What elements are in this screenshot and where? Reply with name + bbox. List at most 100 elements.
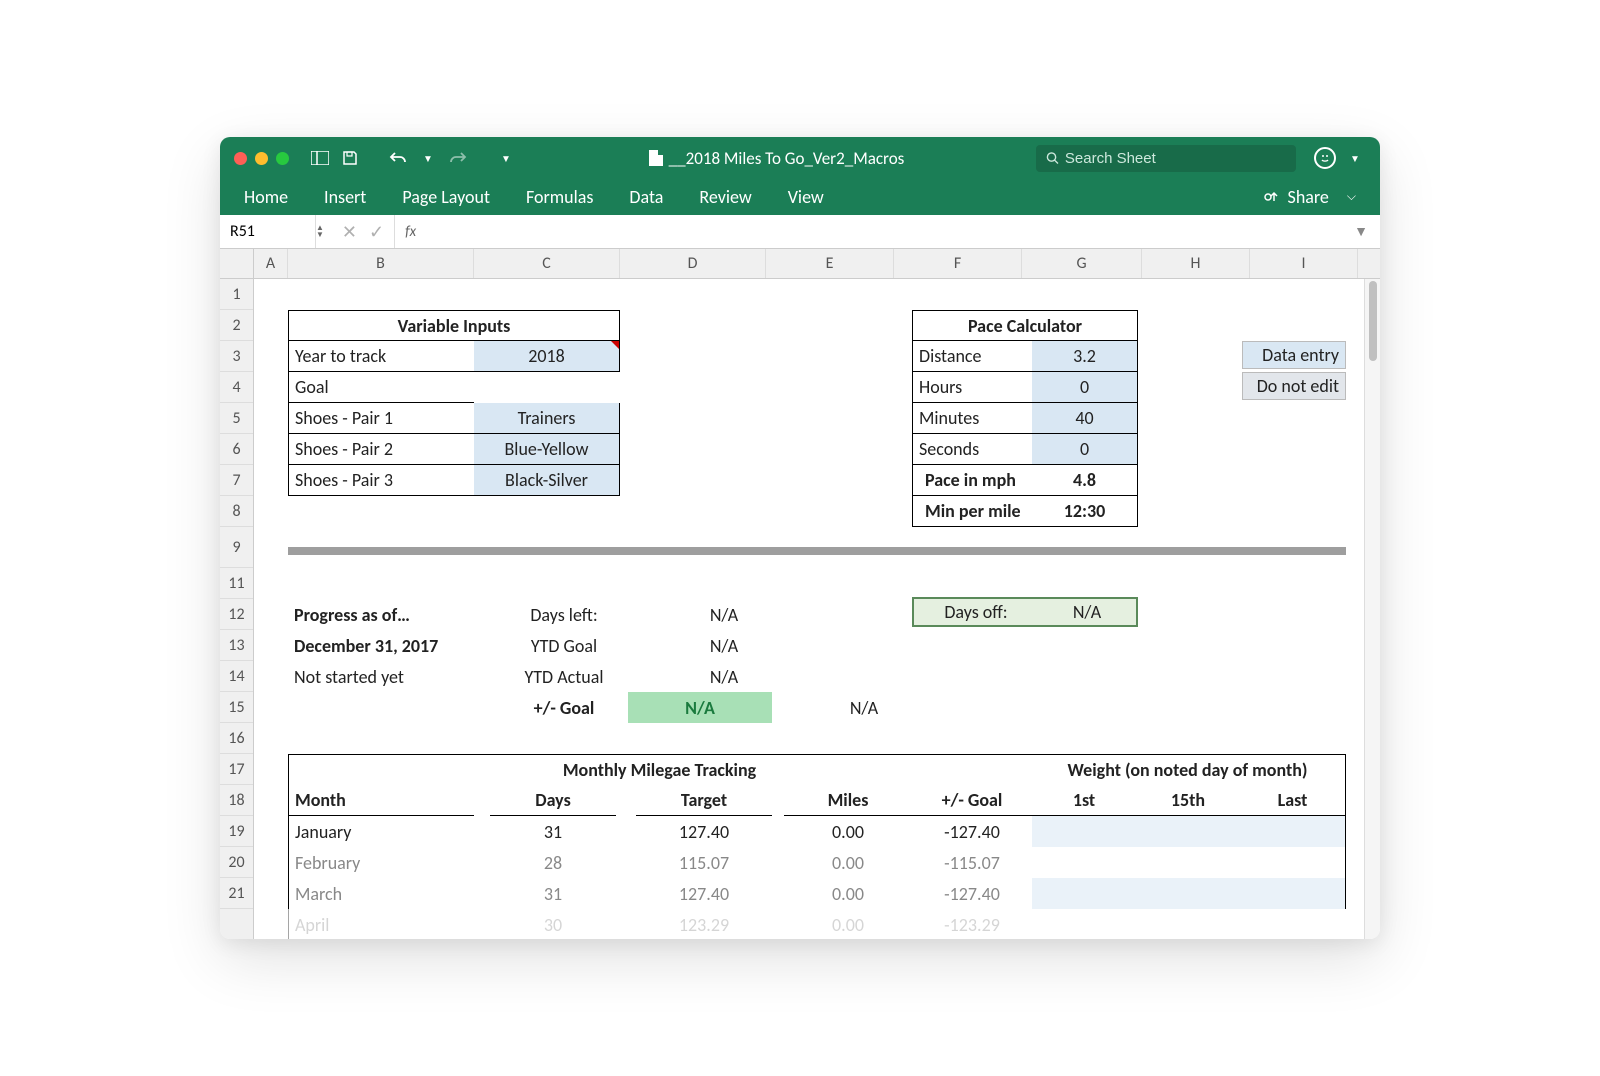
row-header[interactable]: 2 [220, 310, 253, 341]
row-header[interactable]: 1 [220, 279, 253, 310]
cell-value[interactable]: 0 [1032, 434, 1138, 465]
table-cell-empty[interactable] [1032, 878, 1346, 909]
name-box[interactable]: R51 [220, 215, 316, 248]
tab-formulas[interactable]: Formulas [526, 186, 593, 208]
col-header-D[interactable]: D [620, 249, 766, 278]
maximize-window[interactable] [276, 152, 289, 165]
sidebar-toggle-icon[interactable] [309, 147, 331, 169]
cell-label[interactable]: +/- Goal [500, 692, 628, 723]
row-header[interactable]: 15 [220, 692, 253, 723]
tracking-title-1[interactable]: Monthly Milegae Tracking [288, 754, 1030, 785]
cell-label[interactable]: YTD Actual [500, 661, 628, 692]
table-header[interactable]: Miles [784, 785, 912, 816]
undo-dropdown-icon[interactable]: ▼ [417, 147, 439, 169]
col-header-G[interactable]: G [1022, 249, 1142, 278]
cell-value[interactable]: Blue-Yellow [474, 434, 620, 465]
table-cell[interactable]: 127.40 [636, 816, 772, 847]
table-cell[interactable]: 30 [490, 909, 616, 939]
table-header[interactable]: 1st [1032, 785, 1136, 816]
cell-label[interactable]: Min per mile [912, 496, 1032, 527]
row-header[interactable]: 18 [220, 785, 253, 816]
table-cell[interactable]: 115.07 [636, 847, 772, 878]
table-cell[interactable]: 127.40 [636, 878, 772, 909]
qat-customize-icon[interactable]: ▼ [495, 147, 517, 169]
cell-label[interactable]: Pace in mph [912, 465, 1032, 496]
table-cell[interactable]: 0.00 [784, 878, 912, 909]
tab-view[interactable]: View [788, 186, 824, 208]
table-cell[interactable]: -123.29 [912, 909, 1032, 939]
tab-review[interactable]: Review [699, 186, 751, 208]
row-header[interactable]: 19 [220, 816, 253, 847]
cell-value[interactable]: 4.8 [1032, 465, 1138, 496]
table-cell[interactable]: April [288, 909, 474, 939]
row-header[interactable]: 20 [220, 847, 253, 878]
table-header[interactable]: +/- Goal [912, 785, 1032, 816]
cell-label[interactable]: Days left: [500, 599, 628, 630]
cell-label[interactable]: Distance [912, 341, 1032, 372]
days-off-value[interactable]: N/A [1038, 597, 1138, 627]
row-header[interactable]: 3 [220, 341, 253, 372]
spreadsheet-grid[interactable]: Variable Inputs Year to track 2018 Goal … [254, 279, 1358, 939]
col-header-C[interactable]: C [474, 249, 620, 278]
table-cell[interactable]: February [288, 847, 474, 878]
tab-insert[interactable]: Insert [324, 186, 366, 208]
table-cell[interactable]: 0.00 [784, 816, 912, 847]
progress-status[interactable]: Not started yet [288, 661, 474, 692]
table-cell[interactable]: 28 [490, 847, 616, 878]
row-header[interactable]: 4 [220, 372, 253, 403]
col-header-I[interactable]: I [1250, 249, 1358, 278]
table-header[interactable]: Days [490, 785, 616, 816]
cell-value[interactable]: N/A [660, 630, 788, 661]
cell-value[interactable]: Trainers [474, 403, 620, 434]
table-header[interactable]: Last [1240, 785, 1346, 816]
row-header[interactable]: 7 [220, 465, 253, 496]
row-header[interactable]: 11 [220, 568, 253, 599]
col-header-B[interactable]: B [288, 249, 474, 278]
row-header[interactable]: 21 [220, 878, 253, 909]
cell-label[interactable]: Shoes - Pair 3 [288, 465, 474, 496]
cell-label[interactable]: Year to track [288, 341, 474, 372]
table-cell-empty[interactable] [1032, 816, 1346, 847]
row-header[interactable]: 14 [220, 661, 253, 692]
fx-label[interactable]: fx [395, 223, 426, 241]
table-header[interactable]: Month [288, 785, 474, 816]
variable-inputs-title[interactable]: Variable Inputs [288, 310, 620, 341]
minimize-window[interactable] [255, 152, 268, 165]
formula-expand-icon[interactable]: ▼ [1342, 223, 1380, 240]
formula-input[interactable] [426, 223, 1342, 240]
cell-value[interactable]: 2018 [474, 341, 620, 372]
table-cell[interactable]: -127.40 [912, 878, 1032, 909]
pace-calculator-title[interactable]: Pace Calculator [912, 310, 1138, 341]
progress-asof-label[interactable]: Progress as of… [288, 599, 474, 630]
table-cell[interactable]: January [288, 816, 474, 847]
legend-data-entry[interactable]: Data entry [1242, 341, 1346, 369]
progress-date[interactable]: December 31, 2017 [288, 630, 532, 661]
cell-label[interactable]: YTD Goal [500, 630, 628, 661]
share-button[interactable]: Share [1288, 186, 1329, 208]
row-header[interactable]: 16 [220, 723, 253, 754]
col-header-A[interactable]: A [254, 249, 288, 278]
table-header[interactable]: Target [636, 785, 772, 816]
tab-home[interactable]: Home [244, 186, 288, 208]
row-header[interactable]: 8 [220, 496, 253, 527]
cell-label[interactable]: Shoes - Pair 1 [288, 403, 474, 434]
cell-value[interactable]: Black-Silver [474, 465, 620, 496]
table-cell[interactable]: 0.00 [784, 909, 912, 939]
row-header[interactable]: 12 [220, 599, 253, 630]
feedback-icon[interactable] [1314, 147, 1336, 169]
row-header[interactable]: 6 [220, 434, 253, 465]
table-cell[interactable]: 123.29 [636, 909, 772, 939]
cell-label[interactable]: Seconds [912, 434, 1032, 465]
col-header-H[interactable]: H [1142, 249, 1250, 278]
cell-value[interactable]: N/A [660, 661, 788, 692]
vertical-scrollbar[interactable] [1364, 279, 1380, 939]
table-cell[interactable]: -127.40 [912, 816, 1032, 847]
legend-do-not-edit[interactable]: Do not edit [1242, 372, 1346, 400]
redo-icon[interactable] [447, 147, 469, 169]
row-header[interactable]: 17 [220, 754, 253, 785]
table-cell[interactable]: 0.00 [784, 847, 912, 878]
ribbon-collapse-icon[interactable]: ⌵ [1347, 190, 1356, 204]
table-cell[interactable]: -115.07 [912, 847, 1032, 878]
row-header[interactable]: 5 [220, 403, 253, 434]
row-header[interactable] [220, 909, 253, 939]
